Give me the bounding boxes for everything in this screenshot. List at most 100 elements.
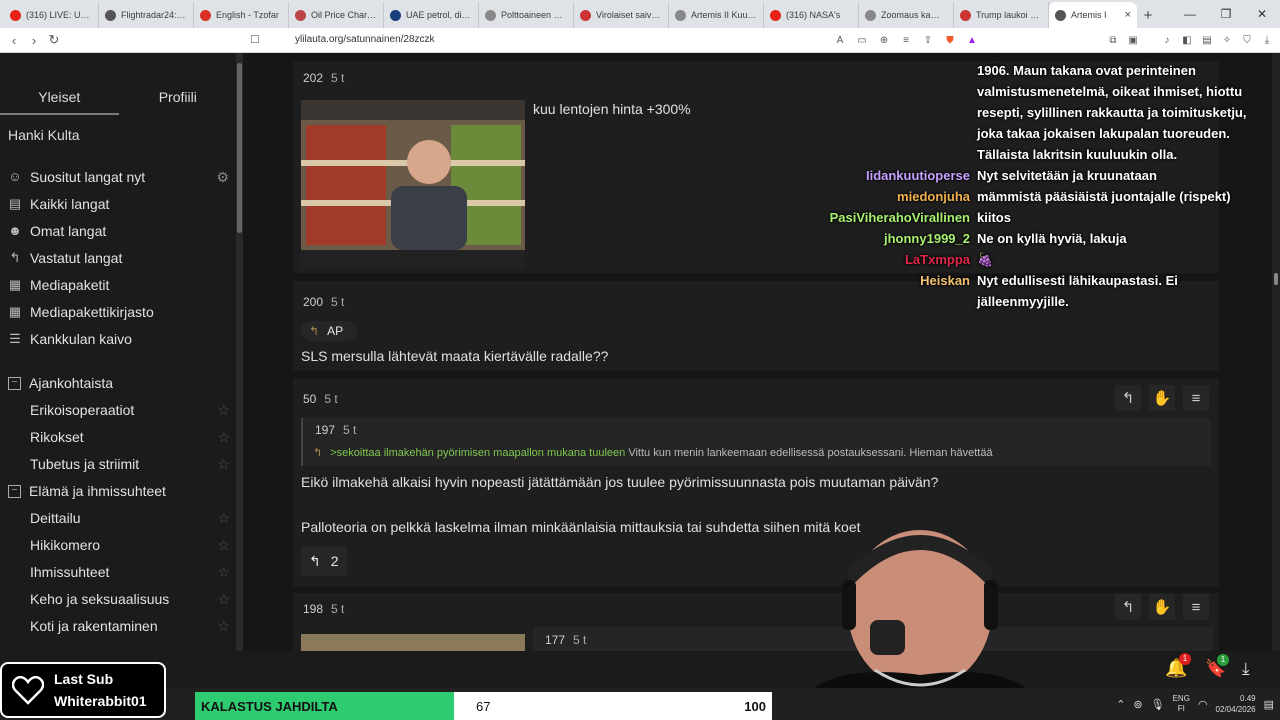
download-icon[interactable]: ⤓ — [1259, 32, 1275, 48]
cast-icon[interactable]: ▭ — [854, 32, 870, 48]
post-id[interactable]: 177 — [545, 633, 565, 647]
upvote-icon[interactable]: ✋ — [1149, 594, 1175, 620]
maximize-button[interactable]: ❐ — [1208, 7, 1244, 21]
close-window-button[interactable]: ✕ — [1244, 7, 1280, 21]
stream-chat-overlay: 1906. Maun takana ovat perinteinen valmi… — [780, 60, 1280, 312]
browser-tab[interactable]: Polttoaineen hinn — [479, 2, 574, 28]
notification-center-icon[interactable]: ▤ — [1264, 698, 1274, 711]
wifi-icon[interactable]: ◠ — [1198, 698, 1208, 711]
browser-tab[interactable]: Artemis II Kuun h — [669, 2, 764, 28]
share-icon[interactable]: ⇪ — [920, 32, 936, 48]
tab-favicon — [580, 9, 591, 21]
sidebar-sub-item[interactable]: Deittailu ☆ — [30, 510, 230, 526]
reply-icon[interactable]: ↰ — [1115, 385, 1141, 411]
post-id[interactable]: 50 — [303, 392, 316, 406]
screenshot-icon[interactable]: ▣ — [1125, 32, 1141, 48]
extensions: ⧉ ▣ ♪ ◧ ▤ ✧ ⛉ ⤓ ≡ — [1105, 32, 1280, 48]
sidebar-item-mediapaketit[interactable]: ▦ Mediapaketit — [8, 277, 233, 293]
post-menu-icon[interactable]: ≡ — [1183, 385, 1209, 411]
rewards-icon[interactable]: ▲ — [964, 32, 980, 48]
microphone-icon[interactable]: 🎙 — [1151, 698, 1165, 711]
network-icon[interactable]: ⊚ — [1133, 698, 1142, 711]
star-icon[interactable]: ☆ — [217, 591, 230, 608]
browser-tab-active[interactable]: Artemis I × — [1049, 2, 1137, 28]
post-id[interactable]: 198 — [303, 602, 323, 616]
post-id[interactable]: 202 — [303, 71, 323, 85]
chat-username — [780, 60, 977, 165]
brave-shield-icon[interactable]: ⛊ — [942, 32, 958, 48]
sidebar-item-vastatut[interactable]: ↰ Vastatut langat — [8, 250, 233, 266]
reply-icon[interactable]: ↰ — [1115, 594, 1141, 620]
star-icon[interactable]: ☆ — [217, 618, 230, 635]
star-icon[interactable]: ☆ — [217, 510, 230, 527]
browser-tab[interactable]: Trump laukoi Sur — [954, 2, 1049, 28]
language-indicator[interactable]: ENG FI — [1173, 694, 1190, 714]
browser-tab[interactable]: Oil Price Charts | — [289, 2, 384, 28]
chat-message: PasiViherahoVirallinen kiitos — [780, 207, 1280, 228]
star-icon[interactable]: ☆ — [217, 456, 230, 473]
zoom-icon[interactable]: ⊕ — [876, 32, 892, 48]
forward-icon[interactable]: › — [24, 33, 44, 48]
sidebar-sub-item[interactable]: Hikikomero ☆ — [30, 537, 230, 553]
sidebar-sub-item[interactable]: Erikoisoperaatiot ☆ — [30, 402, 230, 418]
collapse-icon[interactable]: − — [8, 376, 21, 390]
browser-tab[interactable]: UAE petrol, diese — [384, 2, 479, 28]
star-icon[interactable]: ☆ — [217, 429, 230, 446]
sidebar-sub-item[interactable]: Keho ja seksuaalisuus ☆ — [30, 591, 230, 607]
sidebar-sub-item[interactable]: Ihmissuhteet ☆ — [30, 564, 230, 580]
sidebar-scrollbar[interactable] — [236, 53, 243, 651]
hanki-kulta-link[interactable]: Hanki Kulta — [8, 127, 80, 143]
star-icon[interactable]: ☆ — [217, 537, 230, 554]
reader-icon[interactable]: ≡ — [898, 32, 914, 48]
browser-tab[interactable]: Virolaiset saivat p — [574, 2, 669, 28]
sidebar-sub-item[interactable]: Koti ja rakentaminen ☆ — [30, 618, 230, 634]
star-icon[interactable]: ☆ — [217, 402, 230, 419]
sidebar-item-kaikki[interactable]: ▤ Kaikki langat — [8, 196, 233, 212]
close-tab-icon[interactable]: × — [1122, 9, 1131, 21]
sidebar-sub-item[interactable]: Rikokset ☆ — [30, 429, 230, 445]
sidebar-item-omat[interactable]: ☻ Omat langat — [8, 223, 233, 239]
extension-icon[interactable]: ⧉ — [1105, 32, 1121, 48]
collapse-icon[interactable]: − — [8, 484, 21, 498]
reply-reference[interactable]: ↰ AP — [301, 321, 357, 341]
tab-profiili[interactable]: Profiili — [119, 83, 238, 115]
post: 50 5 t ↰ ✋ ≡ 197 5 t ↰ >sekoittaa ilmakehän… — [293, 378, 1219, 586]
clock[interactable]: 0.49 02/04/2026 — [1216, 693, 1256, 715]
sidebar-item-suositut[interactable]: ☺ Suositut langat nyt ⚙ — [8, 169, 233, 186]
sidebar-item-kankkulan[interactable]: ☰ Kankkulan kaivo — [8, 331, 233, 347]
translate-icon[interactable]: A — [832, 32, 848, 48]
post-id[interactable]: 200 — [303, 295, 323, 309]
browser-tab[interactable]: English - Tzofar — [194, 2, 289, 28]
wallet-icon[interactable]: ▤ — [1199, 32, 1215, 48]
url-field[interactable]: ylilauta.org/satunnainen/28zczk — [295, 34, 435, 45]
post-menu-icon[interactable]: ≡ — [1183, 594, 1209, 620]
back-icon[interactable]: ‹ — [4, 33, 24, 48]
bookmark-icon[interactable]: ☐ — [250, 33, 260, 46]
star-icon[interactable]: ☆ — [217, 564, 230, 581]
sidebar-toggle-icon[interactable]: ◧ — [1179, 32, 1195, 48]
browser-tab[interactable]: (316) NASA's — [764, 2, 859, 28]
post-image[interactable] — [301, 634, 525, 651]
upvote-icon[interactable]: ✋ — [1149, 385, 1175, 411]
leo-icon[interactable]: ✧ — [1219, 32, 1235, 48]
tab-yleiset[interactable]: Yleiset — [0, 83, 119, 115]
minimize-button[interactable]: — — [1172, 7, 1208, 21]
replies-button[interactable]: ↰ 2 — [301, 546, 347, 576]
chevron-up-icon[interactable]: ⌃ — [1116, 698, 1125, 711]
browser-tab[interactable]: Zoomaus kamera — [859, 2, 954, 28]
sidebar-sub-item[interactable]: Tubetus ja striimit ☆ — [30, 456, 230, 472]
category-ajankohtaista[interactable]: − Ajankohtaista — [8, 375, 113, 391]
browser-tab[interactable]: (316) LIVE: Ukrai — [4, 2, 99, 28]
browser-tab[interactable]: Flightradar24: Liv — [99, 2, 194, 28]
gear-icon[interactable]: ⚙ — [216, 169, 229, 186]
sidebar-item-kirjasto[interactable]: ▦ Mediapakettikirjasto — [8, 304, 233, 320]
post-meta: 202 5 t — [303, 71, 344, 85]
music-icon[interactable]: ♪ — [1159, 32, 1175, 48]
post-video-thumbnail[interactable] — [301, 100, 525, 268]
new-tab-button[interactable]: + — [1137, 2, 1159, 28]
vpn-icon[interactable]: ⛉ — [1239, 32, 1255, 48]
download-tray-icon[interactable]: ⤓ — [1242, 659, 1250, 679]
category-elama[interactable]: − Elämä ja ihmissuhteet — [8, 483, 166, 499]
reload-icon[interactable]: ↻ — [44, 32, 64, 48]
post-id[interactable]: 197 — [315, 423, 335, 437]
